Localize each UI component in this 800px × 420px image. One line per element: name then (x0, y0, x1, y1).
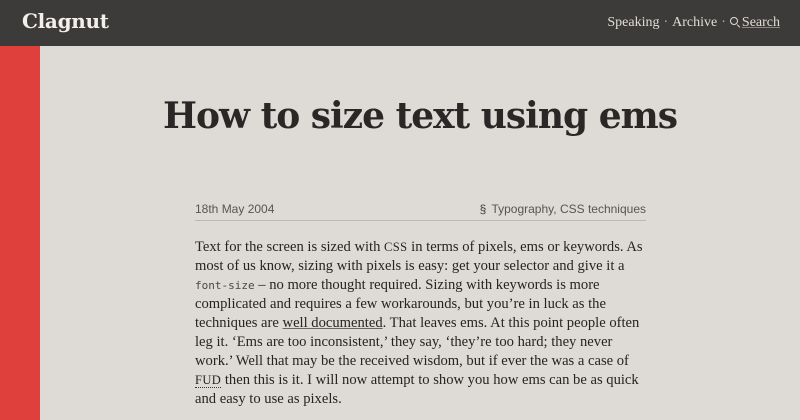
article-title: How to size text using ems (163, 95, 678, 137)
main-nav: Speaking · Archive · Search (607, 15, 780, 31)
category-separator: , (553, 202, 560, 216)
article-intro-paragraph: Text for the screen is sized with css in… (195, 238, 650, 409)
site-logo[interactable]: Clagnut (22, 9, 109, 33)
article-meta: 18th May 2004 § Typography, CSS techniqu… (195, 200, 646, 221)
nav-archive-link[interactable]: Archive (672, 15, 717, 31)
category-link-typography[interactable]: Typography (491, 202, 553, 216)
css-abbreviation: css (384, 240, 408, 254)
category-link-css-techniques[interactable]: CSS techniques (560, 202, 646, 216)
site-header: Clagnut Speaking · Archive · Search (0, 0, 800, 46)
article-date: 18th May 2004 (195, 202, 275, 216)
nav-separator: · (721, 15, 726, 30)
fud-abbreviation: fud (195, 373, 222, 388)
article-categories: § Typography, CSS techniques (480, 202, 646, 216)
intro-text: Text for the screen is sized with (195, 239, 385, 255)
font-size-code: font-size (195, 279, 255, 292)
well-documented-link[interactable]: well documented (283, 315, 383, 331)
section-sign-icon: § (479, 202, 487, 216)
nav-search-link[interactable]: Search (742, 15, 780, 31)
search-icon[interactable] (729, 17, 740, 27)
nav-separator: · (663, 15, 669, 30)
nav-speaking-link[interactable]: Speaking (607, 15, 659, 31)
intro-text: then this is it. I will now attempt to s… (195, 372, 639, 407)
accent-sidebar (0, 46, 40, 420)
